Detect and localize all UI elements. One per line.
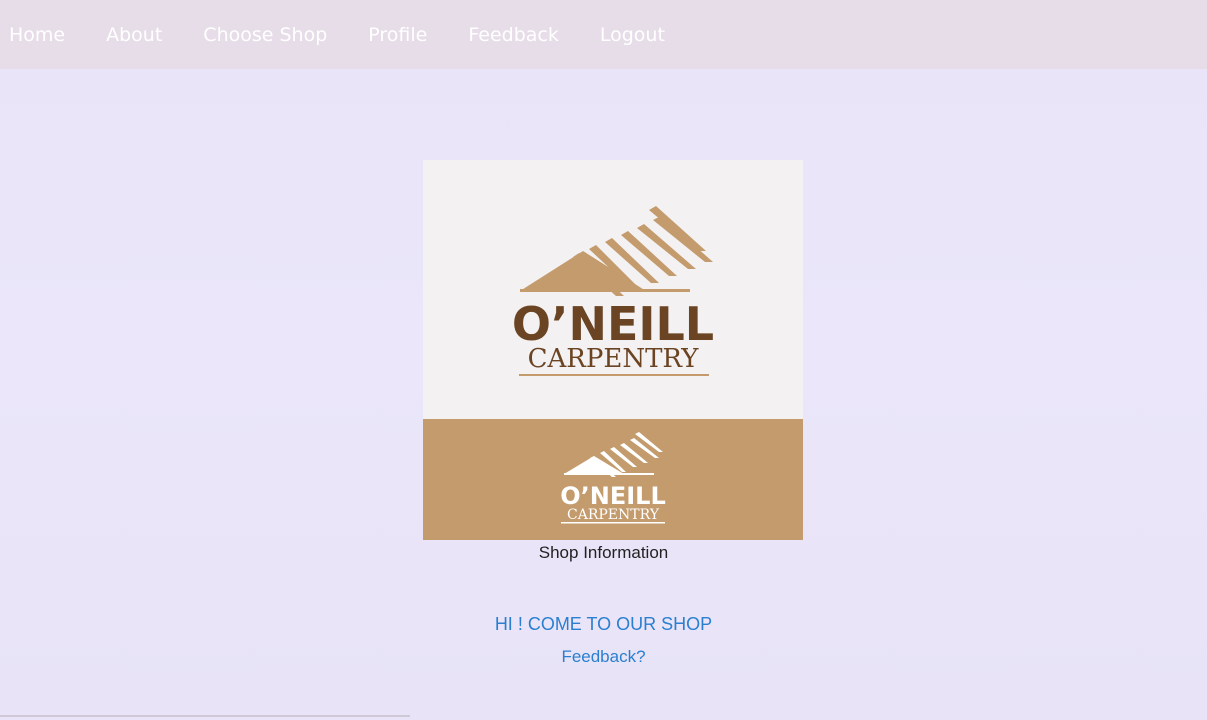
shop-information-caption: Shop Information [538, 543, 669, 562]
logo-panel-tan: O’NEILL CARPENTRY [423, 419, 803, 540]
nav-feedback-link[interactable]: Feedback [468, 24, 558, 46]
shop-greeting-link[interactable]: HI ! COME TO OUR SHOP [0, 614, 1207, 635]
logo-brand-sub: CARPENTRY [528, 344, 700, 374]
feedback-link[interactable]: Feedback? [0, 647, 1207, 667]
nav-choose-shop-link[interactable]: Choose Shop [203, 24, 327, 46]
carpentry-roof-logo-brown: O’NEILL CARPENTRY [512, 206, 714, 376]
shop-logo-image: O’NEILL CARPENTRY O’NEILL CARPENTRY [423, 160, 803, 540]
bottom-divider [0, 715, 410, 717]
nav-about-link[interactable]: About [106, 24, 162, 46]
nav-profile-link[interactable]: Profile [368, 24, 427, 46]
main-content: O’NEILL CARPENTRY O’NEILL CARPENTRY Shop… [0, 69, 1207, 720]
logo-brand-name-white: O’NEILL [560, 482, 666, 510]
logo-brand-sub-white: CARPENTRY [567, 507, 660, 523]
nav-logout-link[interactable]: Logout [600, 24, 665, 46]
nav-home-link[interactable]: Home [9, 24, 65, 46]
logo-brand-name: O’NEILL [512, 297, 714, 351]
logo-panel-light: O’NEILL CARPENTRY [423, 160, 803, 419]
top-navbar: Home About Choose Shop Profile Feedback … [0, 0, 1207, 69]
carpentry-roof-logo-white: O’NEILL CARPENTRY [560, 432, 666, 524]
